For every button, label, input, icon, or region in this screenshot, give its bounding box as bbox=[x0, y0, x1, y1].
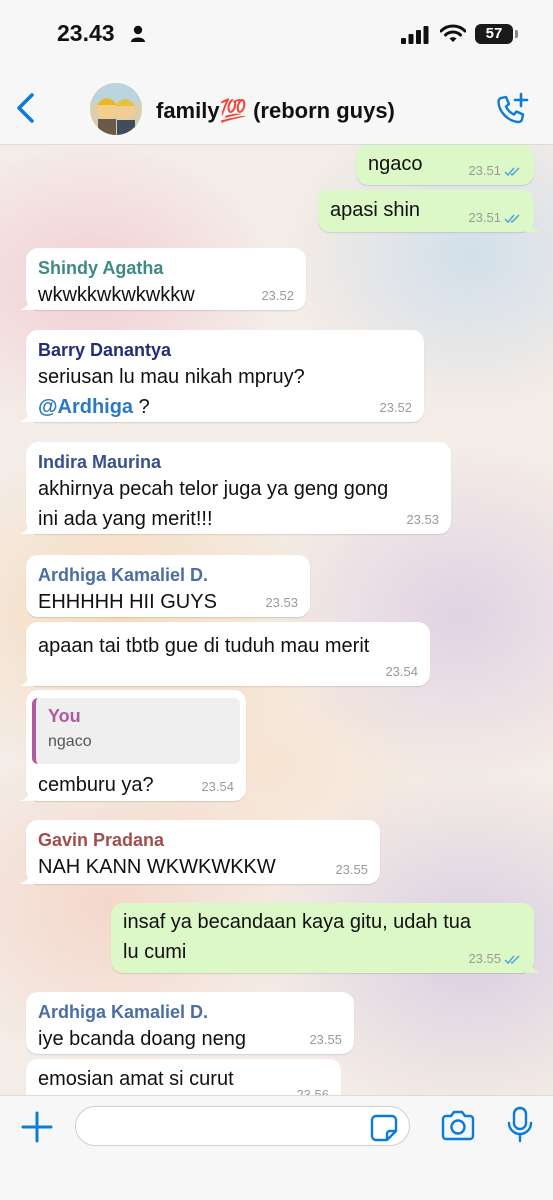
back-chevron-icon[interactable] bbox=[12, 92, 42, 124]
message-bubble-outgoing[interactable]: insaf ya becandaan kaya gitu, udah tua l… bbox=[111, 903, 540, 973]
add-call-icon[interactable] bbox=[494, 92, 530, 128]
cellular-signal-icon bbox=[401, 26, 429, 44]
bubble-tail bbox=[20, 672, 34, 686]
bubble-tail bbox=[20, 296, 34, 310]
message-time: 23.51 bbox=[468, 210, 501, 225]
message-text-line: @Ardhiga ? bbox=[38, 396, 150, 418]
message-meta: 23.55 bbox=[468, 951, 522, 966]
message-text: EHHHHH HII GUYS bbox=[38, 591, 217, 613]
message-text: emosian amat si curut bbox=[38, 1068, 234, 1090]
message-time: 23.55 bbox=[468, 951, 501, 966]
message-time: 23.53 bbox=[406, 512, 439, 527]
bubble-tail bbox=[20, 408, 34, 422]
message-sender: Ardhiga Kamaliel D. bbox=[38, 1002, 209, 1022]
message-text: insaf ya becandaan kaya gitu, udah tua bbox=[123, 911, 472, 933]
status-time: 23.43 bbox=[57, 20, 115, 46]
group-title[interactable]: family💯 (reborn guys) bbox=[156, 98, 395, 124]
bubble-tail bbox=[526, 218, 540, 232]
quoted-text: ngaco bbox=[48, 733, 92, 750]
microphone-icon[interactable] bbox=[506, 1106, 534, 1144]
plus-icon[interactable] bbox=[20, 1110, 54, 1144]
read-receipt-icon bbox=[504, 167, 520, 177]
message-bubble-outgoing[interactable]: ngaco 23.51 bbox=[356, 145, 534, 185]
bubble-tail bbox=[20, 870, 34, 884]
message-text-line: lu cumi bbox=[123, 941, 187, 963]
message-text: iye bcanda doang neng bbox=[38, 1028, 246, 1050]
message-bubble-reply[interactable]: You ngaco cemburu ya? 23.54 bbox=[20, 690, 246, 801]
bubble-tail bbox=[526, 959, 540, 973]
bubble-tail bbox=[20, 787, 34, 801]
message-sender: Ardhiga Kamaliel D. bbox=[38, 565, 209, 585]
message-input[interactable] bbox=[75, 1106, 410, 1146]
message-composer bbox=[0, 1095, 553, 1200]
message-time: 23.55 bbox=[335, 862, 368, 877]
wifi-icon bbox=[440, 24, 466, 42]
message-text: wkwkkwkwkwkkw bbox=[38, 284, 195, 306]
message-bubble-incoming[interactable]: emosian amat si curut 23.56 bbox=[26, 1059, 341, 1095]
read-receipt-icon bbox=[504, 955, 520, 965]
message-text: apaan tai tbtb gue di tuduh mau merit bbox=[38, 635, 370, 657]
avatar-image bbox=[90, 83, 142, 135]
message-time: 23.52 bbox=[379, 400, 412, 415]
message-bubble-incoming[interactable]: Barry Danantya seriusan lu mau nikah mpr… bbox=[20, 330, 424, 422]
person-icon bbox=[131, 25, 145, 42]
message-meta: 23.51 bbox=[468, 210, 522, 225]
message-sender: Barry Danantya bbox=[38, 340, 172, 360]
message-sender: Shindy Agatha bbox=[38, 258, 164, 278]
battery-indicator: 57 bbox=[475, 24, 518, 44]
quoted-sender: You bbox=[48, 706, 81, 726]
message-bubble-incoming[interactable]: Shindy Agatha wkwkkwkwkwkkw 23.52 bbox=[20, 248, 306, 310]
status-bar: 23.43 57 bbox=[0, 0, 553, 70]
message-time: 23.55 bbox=[309, 1032, 342, 1047]
message-meta: 23.51 bbox=[468, 163, 522, 178]
message-time: 23.51 bbox=[468, 163, 501, 178]
bubble-tail bbox=[20, 520, 34, 534]
message-bubble-outgoing[interactable]: apasi shin 23.51 bbox=[318, 190, 540, 232]
message-time: 23.54 bbox=[201, 779, 234, 794]
sticker-icon[interactable] bbox=[370, 1114, 398, 1142]
read-receipt-icon bbox=[504, 214, 520, 224]
message-text: NAH KANN WKWKWKKW bbox=[38, 856, 276, 878]
message-time: 23.56 bbox=[296, 1087, 329, 1095]
message-bubble-incoming[interactable]: Ardhiga Kamaliel D. EHHHHH HII GUYS 23.5… bbox=[26, 555, 310, 617]
message-bubble-incoming[interactable]: Indira Maurina akhirnya pecah telor juga… bbox=[20, 442, 451, 534]
message-time: 23.54 bbox=[385, 664, 418, 679]
chat-header: family💯 (reborn guys) bbox=[0, 70, 553, 145]
chat-messages-area[interactable]: ngaco 23.51 apasi shin 23.51 Shindy Agat… bbox=[0, 145, 553, 1095]
message-time: 23.52 bbox=[261, 288, 294, 303]
message-bubble-incoming[interactable]: Ardhiga Kamaliel D. iye bcanda doang nen… bbox=[26, 992, 354, 1054]
quoted-message[interactable]: You ngaco bbox=[32, 698, 240, 764]
message-sender: Indira Maurina bbox=[38, 452, 162, 472]
message-time: 23.53 bbox=[265, 595, 298, 610]
mention-link[interactable]: @Ardhiga bbox=[38, 396, 133, 418]
message-bubble-incoming[interactable]: Gavin Pradana NAH KANN WKWKWKKW 23.55 bbox=[20, 820, 380, 884]
message-sender: Gavin Pradana bbox=[38, 830, 165, 850]
message-bubble-incoming[interactable]: apaan tai tbtb gue di tuduh mau merit 23… bbox=[20, 622, 430, 686]
group-avatar[interactable] bbox=[90, 83, 142, 135]
message-text: akhirnya pecah telor juga ya geng gong bbox=[38, 478, 389, 500]
message-text: seriusan lu mau nikah mpruy? bbox=[38, 366, 305, 388]
message-text-line: ini ada yang merit!!! bbox=[38, 508, 213, 530]
camera-icon[interactable] bbox=[440, 1110, 476, 1142]
